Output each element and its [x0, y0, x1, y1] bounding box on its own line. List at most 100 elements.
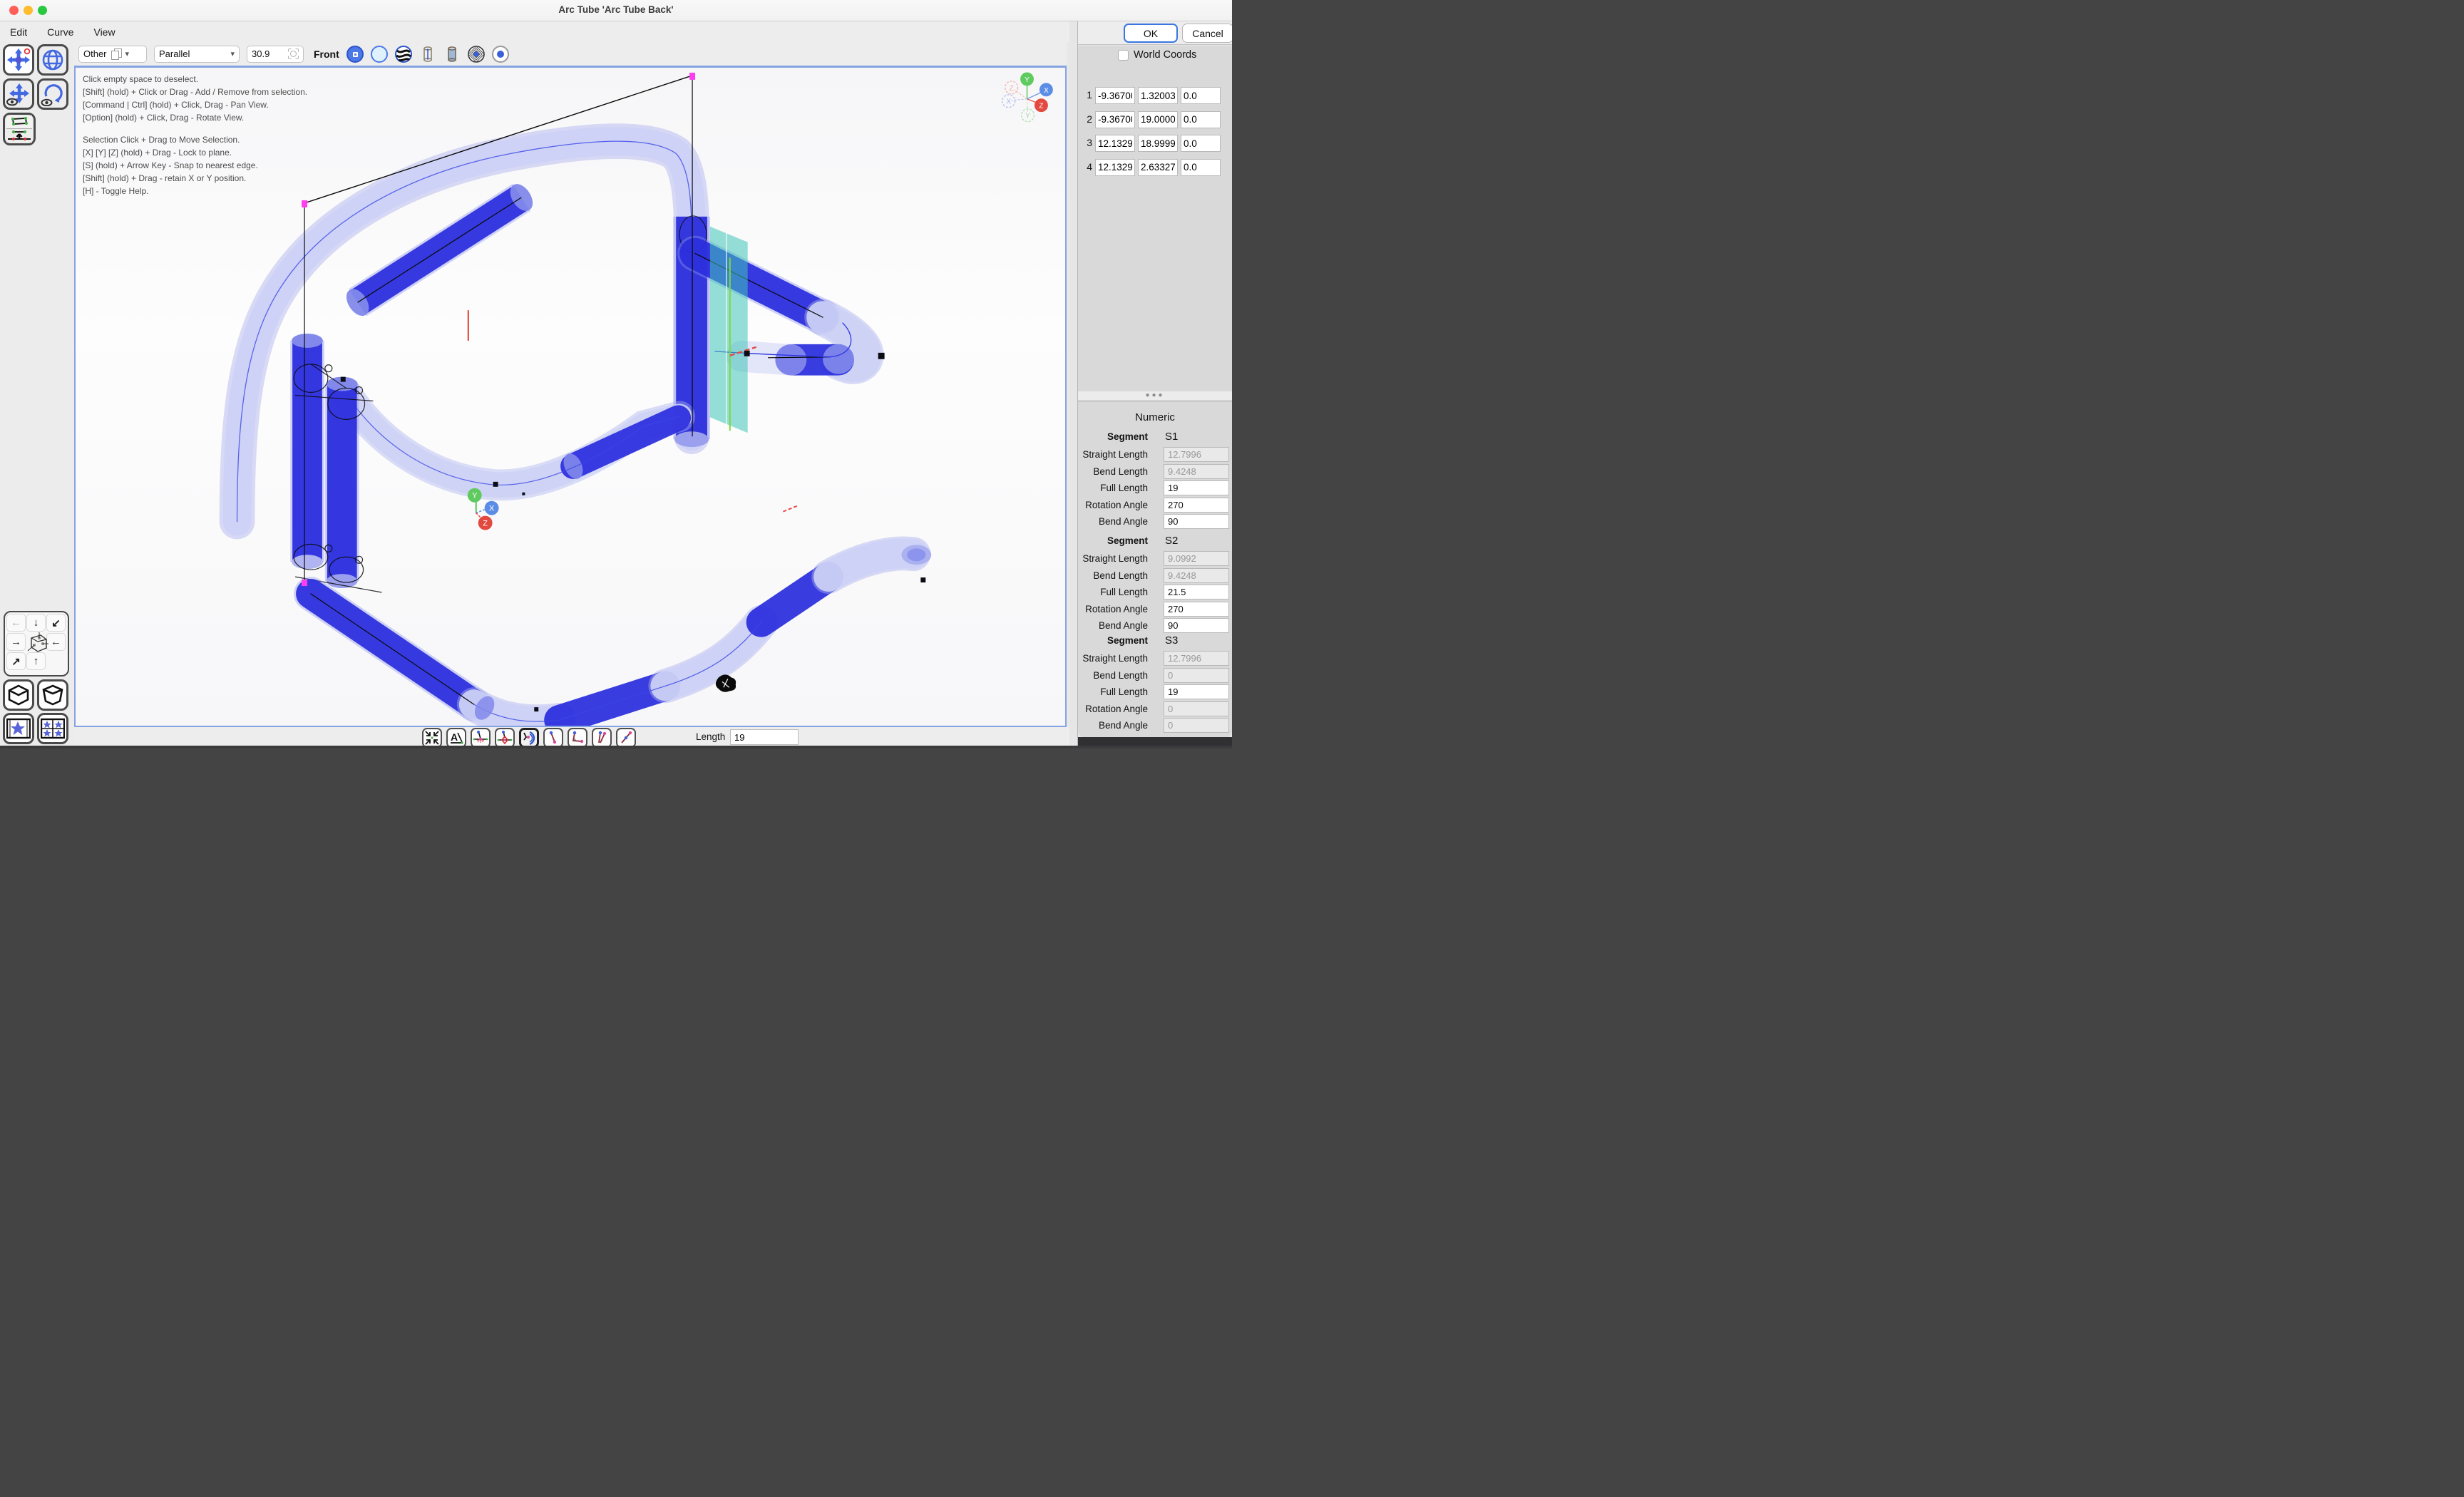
menu-view[interactable]: View: [93, 26, 115, 38]
rotate-view-button[interactable]: [37, 78, 68, 110]
chevron-down-icon: ▾: [125, 49, 130, 58]
corner-angle-button[interactable]: [568, 728, 587, 748]
point-number: 3: [1081, 137, 1092, 148]
s2-bend_angle-input[interactable]: [1164, 618, 1229, 633]
arc-tangent-button[interactable]: [519, 728, 539, 748]
cancel-button[interactable]: Cancel: [1182, 24, 1232, 43]
s2-full-input[interactable]: [1164, 585, 1229, 600]
tube-shaded-icon[interactable]: [443, 46, 461, 63]
point-2-z-input[interactable]: [1181, 111, 1221, 128]
right-panel: OK Cancel World Coords 1234 ●●● Numeric …: [1069, 21, 1232, 748]
point-2-x-input[interactable]: [1095, 111, 1135, 128]
point-3-y-input[interactable]: [1138, 135, 1178, 152]
collapse-points-button[interactable]: [422, 728, 442, 748]
view-nav-pad: ← ↓ ↙ → ← ↗ ↑: [4, 611, 69, 677]
nav-up-right-button[interactable]: ↗: [6, 652, 26, 670]
nav-cube-icon[interactable]: [25, 631, 49, 655]
pan-eye-icon: [6, 82, 31, 106]
segment-endpoints-button[interactable]: [543, 728, 563, 748]
ok-button[interactable]: OK: [1124, 24, 1178, 43]
help-line: [Command | Ctrl] (hold) + Click, Drag - …: [83, 98, 307, 111]
single-view-button[interactable]: [3, 713, 34, 744]
point-1-x-input[interactable]: [1095, 87, 1135, 104]
s1-bend-input: [1164, 464, 1229, 479]
zebra-stripes-icon[interactable]: [395, 46, 412, 63]
quad-view-button[interactable]: [37, 713, 68, 744]
s1-bend_angle-input[interactable]: [1164, 514, 1229, 529]
hidden-line-icon[interactable]: [371, 46, 388, 63]
projection-dropdown[interactable]: Parallel ▾: [154, 46, 240, 63]
globe-view-button[interactable]: [37, 44, 68, 76]
numeric-row: Bend Length: [1078, 568, 1232, 583]
nav-right-button[interactable]: →: [6, 633, 26, 651]
iso-view-1-button[interactable]: [3, 679, 34, 711]
point-4-z-input[interactable]: [1181, 159, 1221, 176]
panel-splitter-handle[interactable]: ●●●: [1078, 391, 1232, 401]
nav-left-button[interactable]: ←: [6, 614, 26, 632]
numeric-row: Bend Length: [1078, 464, 1232, 479]
app-window: Arc Tube 'Arc Tube Back' Edit Curve View: [0, 0, 1232, 748]
world-coords-checkbox[interactable]: [1118, 50, 1129, 61]
svg-text:Z: Z: [1039, 103, 1043, 110]
midpoint-diamond-button[interactable]: [495, 728, 515, 748]
iso-view-2-button[interactable]: [37, 679, 68, 711]
field-label: Rotation Angle: [1085, 704, 1148, 714]
nav-down-left-button[interactable]: ↙: [46, 614, 66, 632]
center-point-icon[interactable]: [492, 46, 509, 63]
fork-lines-button[interactable]: [592, 728, 612, 748]
s2-straight-input: [1164, 551, 1229, 566]
point-1-y-input[interactable]: [1138, 87, 1178, 104]
numeric-row: Bend Angle: [1078, 514, 1232, 529]
segment-name: S3: [1165, 634, 1178, 647]
axis-gizmo-corner: Y X Z Z X Y: [1002, 72, 1053, 121]
help-line: [Shift] (hold) + Click or Drag - Add / R…: [83, 86, 307, 98]
line-segment-button[interactable]: [616, 728, 636, 748]
shaded-with-edges-icon[interactable]: [346, 46, 364, 63]
svg-text:X: X: [1006, 98, 1011, 106]
numeric-row: Bend Length: [1078, 668, 1232, 683]
viewport-3d[interactable]: Y X Z Y X Z Z X Y Click empty space to d…: [74, 66, 1067, 727]
help-gap: [83, 124, 307, 133]
eye-icon: [42, 100, 52, 106]
world-coords-row: World Coords: [1118, 49, 1196, 61]
length-label: Length: [696, 731, 725, 742]
s1-rotation-input[interactable]: [1164, 498, 1229, 513]
project-curve-button[interactable]: [3, 113, 36, 145]
nav-down-button[interactable]: ↓: [26, 614, 46, 632]
s2-rotation-input[interactable]: [1164, 602, 1229, 617]
s1-full-input[interactable]: [1164, 480, 1229, 495]
numeric-row: Rotation Angle: [1078, 498, 1232, 513]
pan-view-button[interactable]: [3, 78, 34, 110]
point-4-x-input[interactable]: [1095, 159, 1135, 176]
angle-a-button[interactable]: A: [446, 728, 466, 748]
s2-bend-input: [1164, 568, 1229, 583]
svg-text:Y: Y: [1025, 76, 1030, 84]
length-input[interactable]: [730, 729, 799, 745]
point-3-x-input[interactable]: [1095, 135, 1135, 152]
field-label: Bend Angle: [1099, 720, 1148, 731]
coords-section: World Coords 1234: [1078, 46, 1232, 391]
point-2-y-input[interactable]: [1138, 111, 1178, 128]
menu-curve[interactable]: Curve: [47, 26, 73, 38]
move-selection-button[interactable]: [3, 44, 34, 76]
point-number: 1: [1081, 89, 1092, 101]
nav-left2-button[interactable]: ←: [46, 633, 66, 651]
help-overlay: Click empty space to deselect.[Shift] (h…: [83, 73, 307, 197]
shape-dropdown[interactable]: Other ▾: [78, 46, 147, 63]
zoom-level-field[interactable]: 30.9: [247, 46, 304, 63]
point-4-y-input[interactable]: [1138, 159, 1178, 176]
menu-edit[interactable]: Edit: [10, 26, 27, 38]
field-label: Straight Length: [1082, 553, 1148, 564]
environment-pattern-icon[interactable]: [468, 46, 485, 63]
projection-dropdown-value: Parallel: [159, 48, 190, 59]
tube-frame-icon[interactable]: [419, 46, 436, 63]
intersection-snap-button[interactable]: [471, 728, 491, 748]
s3-full-input[interactable]: [1164, 684, 1229, 699]
s1-straight-input: [1164, 447, 1229, 462]
point-3-z-input[interactable]: [1181, 135, 1221, 152]
numeric-row: Full Length: [1078, 480, 1232, 495]
single-star-icon: [6, 718, 31, 739]
rotate-eye-icon: [41, 82, 65, 106]
field-label: Straight Length: [1082, 653, 1148, 664]
point-1-z-input[interactable]: [1181, 87, 1221, 104]
